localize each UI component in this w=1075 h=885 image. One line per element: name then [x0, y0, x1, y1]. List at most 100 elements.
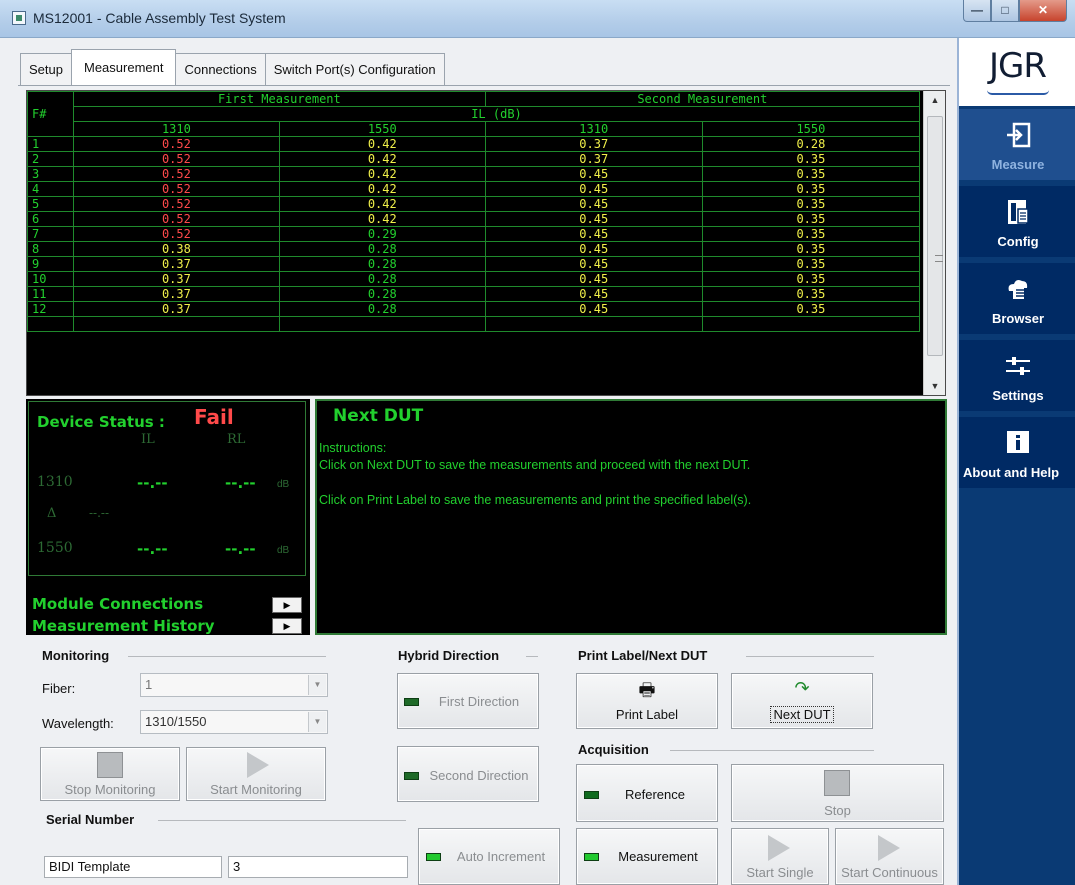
scroll-down-icon[interactable]: ▼ [924, 377, 945, 395]
maximize-icon[interactable]: □ [991, 0, 1019, 22]
sidebar-item-measure[interactable]: Measure [959, 109, 1075, 183]
close-icon[interactable]: ✕ [1019, 0, 1067, 22]
module-connections-expand-icon[interactable]: ▶ [272, 597, 302, 613]
next-dut-button[interactable]: ↷ Next DUT [731, 673, 873, 729]
auto-increment-button[interactable]: Auto Increment [418, 828, 560, 885]
fiber-number-cell: 8 [27, 241, 74, 257]
measurement-history-link[interactable]: Measurement History [32, 617, 215, 635]
table-row[interactable]: 7 0.52 0.29 0.45 0.35 [27, 226, 921, 242]
measurement-button[interactable]: Measurement [576, 828, 718, 885]
sidebar-item-browser[interactable]: Browser [959, 263, 1075, 337]
wavelength-1310-label: 1310 [37, 474, 73, 490]
il-value-cell: 0.35 [701, 256, 921, 272]
serial-number-divider [158, 820, 406, 821]
scroll-thumb[interactable] [927, 116, 943, 356]
fiber-select-value: 1 [145, 677, 153, 692]
print-label-button[interactable]: 🖶 Print Label [576, 673, 718, 729]
rl-1310-unit: dB [277, 479, 290, 490]
il-value-cell: 0.45 [484, 241, 703, 257]
start-single-label: Start Single [746, 865, 814, 880]
sidebar-item-label: Browser [991, 311, 1045, 326]
sidebar-item-about-and-help[interactable]: About and Help [959, 417, 1075, 491]
il-value-cell: 0.52 [73, 151, 280, 167]
stop-button[interactable]: Stop [731, 764, 944, 822]
serial-number-field[interactable]: 3 [228, 856, 408, 878]
first-direction-button[interactable]: First Direction [397, 673, 539, 729]
fiber-number-cell: 5 [27, 196, 74, 212]
empty-cell [278, 316, 486, 332]
tab-divider [18, 85, 950, 86]
stop-monitoring-button[interactable]: Stop Monitoring [40, 747, 180, 801]
grid-scrollbar[interactable]: ▲ ▼ [923, 91, 945, 395]
il-value-cell: 0.45 [484, 271, 703, 287]
table-row[interactable]: 8 0.38 0.28 0.45 0.35 [27, 241, 921, 257]
wavelength-header: 1550 [701, 121, 921, 137]
il-value-cell: 0.52 [73, 181, 280, 197]
metric-header: IL (dB) [73, 106, 920, 122]
table-row[interactable]: 12 0.37 0.28 0.45 0.35 [27, 301, 921, 317]
measurement-grid[interactable]: F# First Measurement Second Measurement … [26, 90, 946, 396]
serial-number-group-title: Serial Number [46, 812, 135, 827]
table-row[interactable]: 5 0.52 0.42 0.45 0.35 [27, 196, 921, 212]
second-direction-button[interactable]: Second Direction [397, 746, 539, 802]
tab-measurement[interactable]: Measurement [70, 49, 177, 85]
serial-template-field[interactable]: BIDI Template [44, 856, 222, 878]
start-monitoring-button[interactable]: Start Monitoring [186, 747, 326, 801]
wavelength-1550-label: 1550 [37, 540, 73, 556]
tab-switch-port-configuration[interactable]: Switch Port(s) Configuration [264, 53, 445, 85]
measurement-history-expand-icon[interactable]: ▶ [272, 618, 302, 634]
measurement-led [584, 853, 599, 861]
il-value-cell: 0.28 [278, 301, 486, 317]
il-value-cell: 0.42 [278, 196, 486, 212]
il-value-cell: 0.35 [701, 271, 921, 287]
fiber-number-cell: 2 [27, 151, 74, 167]
fiber-number-cell: 1 [27, 136, 74, 152]
printer-icon: 🖶 [638, 680, 656, 700]
il-value-cell: 0.45 [484, 286, 703, 302]
module-connections-link[interactable]: Module Connections [32, 595, 203, 613]
sidebar-item-settings[interactable]: Settings [959, 340, 1075, 414]
il-value-cell: 0.28 [278, 241, 486, 257]
instruction-line-next: Click on Next DUT to save the measuremen… [319, 458, 751, 472]
start-single-button[interactable]: Start Single [731, 828, 829, 885]
table-row[interactable]: 10 0.37 0.28 0.45 0.35 [27, 271, 921, 287]
il-value-cell: 0.35 [701, 181, 921, 197]
scroll-up-icon[interactable]: ▲ [924, 91, 945, 109]
auto-increment-label: Auto Increment [456, 849, 546, 864]
table-row[interactable]: 6 0.52 0.42 0.45 0.35 [27, 211, 921, 227]
reference-button[interactable]: Reference [576, 764, 718, 822]
il-value-cell: 0.45 [484, 166, 703, 182]
sidebar-item-config[interactable]: Config [959, 186, 1075, 260]
chevron-down-icon[interactable]: ▼ [308, 712, 326, 732]
second-direction-label: Second Direction [429, 768, 529, 783]
il-value-cell: 0.38 [73, 241, 280, 257]
reference-label: Reference [625, 787, 685, 802]
minimize-icon[interactable]: — [963, 0, 991, 22]
fiber-number-cell: 12 [27, 301, 74, 317]
title-bar: MS12001 - Cable Assembly Test System — □… [0, 0, 1075, 38]
wavelength-select[interactable]: 1310/1550 ▼ [140, 710, 328, 734]
fiber-number-cell: 4 [27, 181, 74, 197]
chevron-down-icon[interactable]: ▼ [308, 675, 326, 695]
empty-cell [484, 316, 703, 332]
start-continuous-button[interactable]: Start Continuous [835, 828, 944, 885]
hybrid-direction-divider [526, 656, 538, 657]
next-dut-label: Next DUT [770, 706, 834, 723]
il-value-cell: 0.35 [701, 226, 921, 242]
tab-connections[interactable]: Connections [175, 53, 266, 85]
il-value-cell: 0.42 [278, 166, 486, 182]
redo-arrow-icon: ↷ [794, 678, 810, 698]
table-row[interactable]: 11 0.37 0.28 0.45 0.35 [27, 286, 921, 302]
table-row[interactable]: 1 0.52 0.42 0.37 0.28 [27, 136, 921, 152]
fiber-select[interactable]: 1 ▼ [140, 673, 328, 697]
next-dut-panel: Next DUT Instructions: Click on Next DUT… [315, 399, 947, 635]
print-label-divider [746, 656, 874, 657]
wavelength-header: 1310 [484, 121, 703, 137]
table-row[interactable]: 4 0.52 0.42 0.45 0.35 [27, 181, 921, 197]
table-row[interactable]: 2 0.52 0.42 0.37 0.35 [27, 151, 921, 167]
tab-setup[interactable]: Setup [20, 53, 72, 85]
table-row[interactable]: 9 0.37 0.28 0.45 0.35 [27, 256, 921, 272]
il-1550-value: --.-- [137, 540, 168, 558]
table-row[interactable]: 3 0.52 0.42 0.45 0.35 [27, 166, 921, 182]
play-icon [878, 835, 900, 861]
